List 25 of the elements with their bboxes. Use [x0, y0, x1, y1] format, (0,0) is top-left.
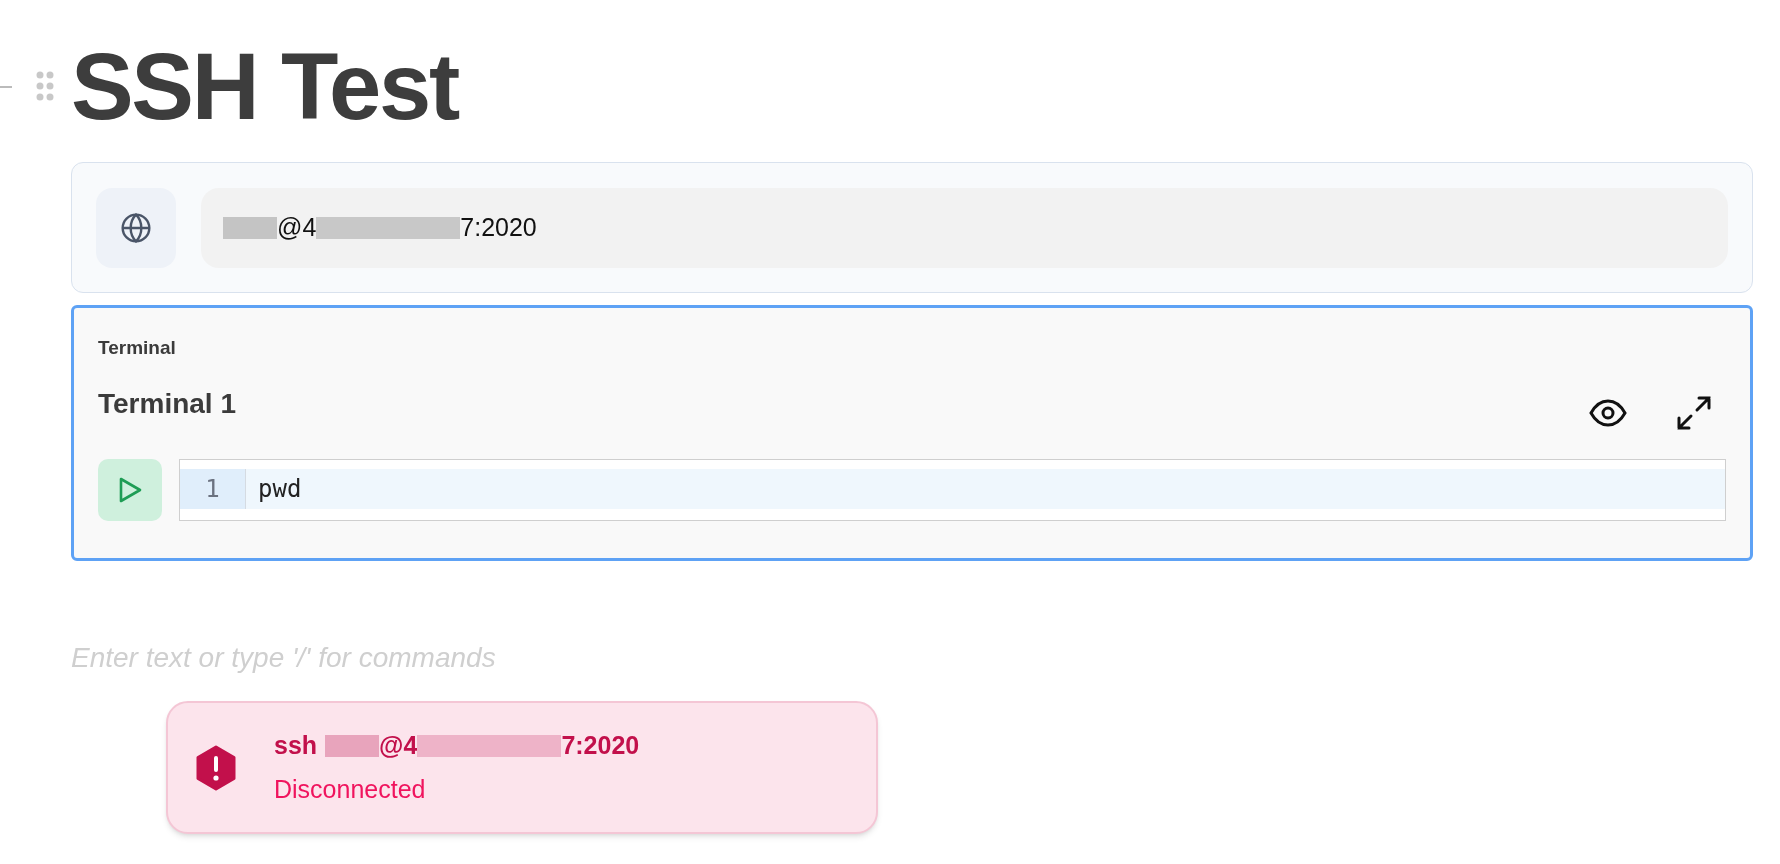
code-line[interactable]: pwd — [246, 470, 302, 507]
warning-icon — [194, 744, 238, 791]
page-title: SSH Test — [71, 33, 458, 141]
drag-handle-icon[interactable] — [36, 71, 54, 101]
block-type-label: Terminal — [98, 336, 176, 360]
terminal-card[interactable]: Terminal Terminal 1 1 pwd — [71, 305, 1753, 561]
line-number: 1 — [180, 468, 246, 509]
host-text: @4 — [379, 730, 418, 761]
redaction-mosaic — [223, 216, 277, 239]
expand-icon[interactable] — [1676, 394, 1712, 431]
globe-icon — [120, 211, 152, 244]
host-text: 7:2020 — [561, 730, 640, 761]
globe-button[interactable] — [96, 187, 176, 268]
redaction-mosaic — [325, 734, 380, 757]
run-button[interactable] — [98, 458, 162, 521]
code-editor[interactable]: 1 pwd — [179, 458, 1726, 521]
host-field[interactable]: @4 7:2020 — [201, 187, 1728, 268]
play-icon — [117, 475, 143, 504]
host-text: 7:2020 — [460, 211, 537, 243]
guide-line — [0, 86, 12, 88]
command-prefix: ssh — [274, 730, 318, 761]
connection-status: Disconnected — [274, 773, 426, 805]
host-text: @4 — [277, 211, 317, 243]
eye-icon[interactable] — [1588, 397, 1628, 428]
terminal-name: Terminal 1 — [98, 386, 236, 421]
